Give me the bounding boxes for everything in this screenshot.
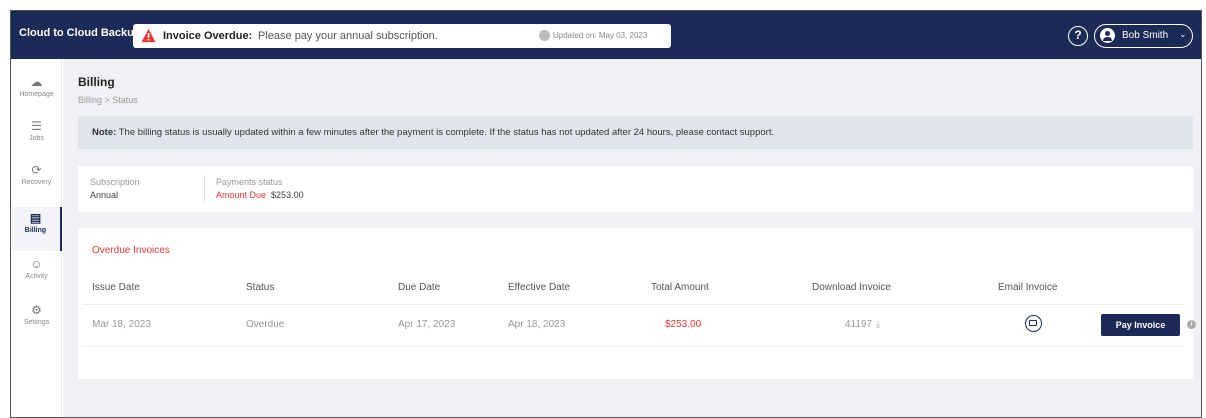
subscription-value: Annual xyxy=(90,190,119,200)
download-invoice-link[interactable]: 41197 ⤓ xyxy=(845,319,880,330)
info-icon xyxy=(539,30,550,41)
invoice-alert-banner[interactable]: Invoice Overdue: Please pay your annual … xyxy=(133,24,671,48)
warning-icon xyxy=(141,28,156,43)
status-cell: Overdue xyxy=(246,319,285,330)
due-date-cell: Apr 17, 2023 xyxy=(398,319,456,330)
column-header: Email Invoice xyxy=(998,282,1058,293)
sidebar-item-label: Settings xyxy=(23,319,50,326)
row-divider xyxy=(82,304,1184,305)
row-divider xyxy=(82,346,1184,347)
column-header: Total Amount xyxy=(651,282,709,293)
subscription-summary: Subscription Annual Payments status Amou… xyxy=(78,166,1193,212)
sidebar-item-homepage[interactable]: ☁ Homepage xyxy=(11,71,62,115)
breadcrumb[interactable]: Billing > Status xyxy=(78,95,138,105)
cloud-icon: ☁ xyxy=(30,75,43,89)
sidebar-item-settings[interactable]: ⚙ Settings xyxy=(11,299,62,343)
download-icon: ⤓ xyxy=(876,319,881,329)
effective-date-cell: Apr 18, 2023 xyxy=(508,319,566,330)
user-name: Bob Smith xyxy=(1122,30,1169,41)
app-window: Cloud to Cloud Backup Invoice Overdue: P… xyxy=(10,10,1202,418)
overdue-invoices-card: Overdue Invoices Issue Date Status Due D… xyxy=(78,228,1196,379)
sidebar-item-jobs[interactable]: ☰ Jobs xyxy=(11,115,62,159)
note-prefix: Note: xyxy=(92,127,117,138)
column-header: Download Invoice xyxy=(812,282,891,293)
help-icon[interactable]: ? xyxy=(1068,26,1088,46)
app-title[interactable]: Cloud to Cloud Backup xyxy=(19,27,141,39)
column-header: Issue Date xyxy=(92,282,140,293)
email-invoice-icon[interactable] xyxy=(1025,315,1042,332)
column-header: Effective Date xyxy=(508,282,571,293)
download-invoice-number: 41197 xyxy=(845,319,873,330)
sidebar-item-recovery[interactable]: ⟳ Recovery xyxy=(11,159,62,203)
sidebar-item-activity[interactable]: ☺ Activity xyxy=(11,253,62,297)
updated-timestamp: Updated on: May 03, 2023 xyxy=(553,31,648,40)
sidebar: ☁ Homepage ☰ Jobs ⟳ Recovery ▤ Billing ☺… xyxy=(11,59,62,417)
note-body: The billing status is usually updated wi… xyxy=(116,127,775,138)
info-icon[interactable]: i xyxy=(1187,320,1196,329)
sidebar-item-label: Jobs xyxy=(29,135,44,142)
amount-due-label: Amount Due xyxy=(216,190,267,200)
payments-status-value: Amount Due $253.00 xyxy=(216,190,304,200)
divider xyxy=(204,175,205,203)
sidebar-item-label: Recovery xyxy=(21,179,52,186)
pay-invoice-button[interactable]: Pay Invoice xyxy=(1101,314,1180,336)
sidebar-item-label: Activity xyxy=(25,273,48,280)
jobs-icon: ☰ xyxy=(31,119,42,133)
subscription-label: Subscription xyxy=(90,177,140,187)
sidebar-item-billing[interactable]: ▤ Billing xyxy=(11,207,62,251)
issue-date-cell: Mar 18, 2023 xyxy=(92,319,151,330)
sidebar-item-label: Billing xyxy=(24,227,47,234)
user-menu-button[interactable]: Bob Smith ⌄ xyxy=(1094,24,1193,48)
overdue-invoices-title: Overdue Invoices xyxy=(92,245,170,256)
total-amount-cell: $253.00 xyxy=(665,319,702,330)
envelope-icon xyxy=(1029,320,1037,326)
payments-status-label: Payments status xyxy=(216,177,283,187)
column-header: Due Date xyxy=(398,282,441,293)
sidebar-item-label: Homepage xyxy=(19,91,54,98)
alert-message: Please pay your annual subscription. xyxy=(258,30,438,42)
recovery-icon: ⟳ xyxy=(31,163,42,177)
column-header: Status xyxy=(246,282,275,293)
person-icon: ☺ xyxy=(30,257,43,271)
billing-note: Note: The billing status is usually upda… xyxy=(78,116,1193,149)
billing-icon: ▤ xyxy=(29,211,42,225)
page-title: Billing xyxy=(78,75,115,89)
amount-due-value: $253.00 xyxy=(271,190,304,200)
alert-title: Invoice Overdue: xyxy=(163,30,253,42)
note-text: Note: The billing status is usually upda… xyxy=(92,127,774,138)
top-bar: Cloud to Cloud Backup Invoice Overdue: P… xyxy=(11,11,1201,59)
avatar-icon xyxy=(1100,28,1115,43)
main-content: Billing Billing > Status Note: The billi… xyxy=(63,59,1201,417)
chevron-down-icon: ⌄ xyxy=(1179,29,1187,39)
gear-icon: ⚙ xyxy=(31,303,42,317)
